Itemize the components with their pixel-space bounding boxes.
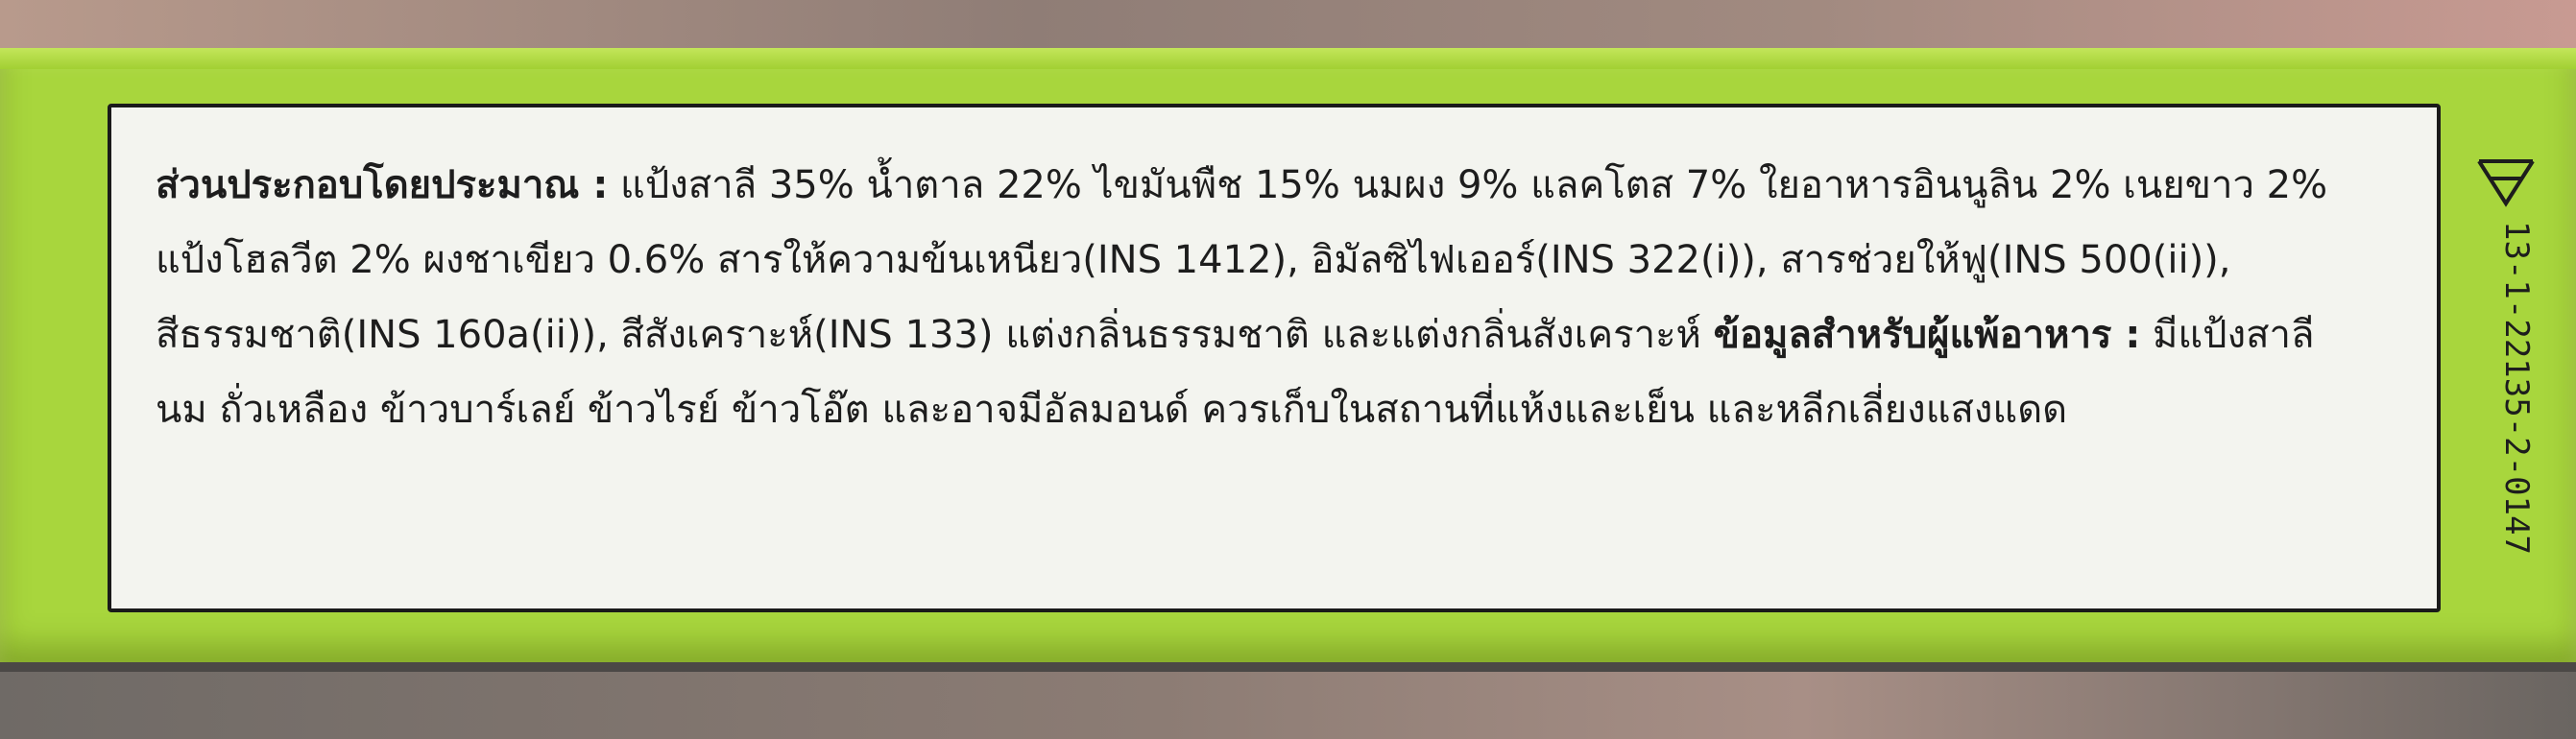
expiry-symbol-icon	[2477, 159, 2535, 207]
ingredients-heading: ส่วนประกอบโดยประมาณ :	[156, 163, 609, 207]
batch-code-graphic: 13-1-22135-2-0147	[2477, 159, 2536, 555]
ingredients-label-panel: ส่วนประกอบโดยประมาณ : แป้งสาลี 35% น้ำตา…	[108, 104, 2441, 612]
ingredients-text-block: ส่วนประกอบโดยประมาณ : แป้งสาลี 35% น้ำตา…	[156, 148, 2393, 447]
batch-code-area: 13-1-22135-2-0147	[2458, 154, 2554, 605]
package-top-edge	[0, 48, 2576, 69]
batch-code-text: 13-1-22135-2-0147	[2497, 221, 2536, 555]
finger-bottom-background	[0, 672, 2576, 739]
allergen-heading: ข้อมูลสำหรับผู้แพ้อาหาร :	[1713, 313, 2141, 357]
